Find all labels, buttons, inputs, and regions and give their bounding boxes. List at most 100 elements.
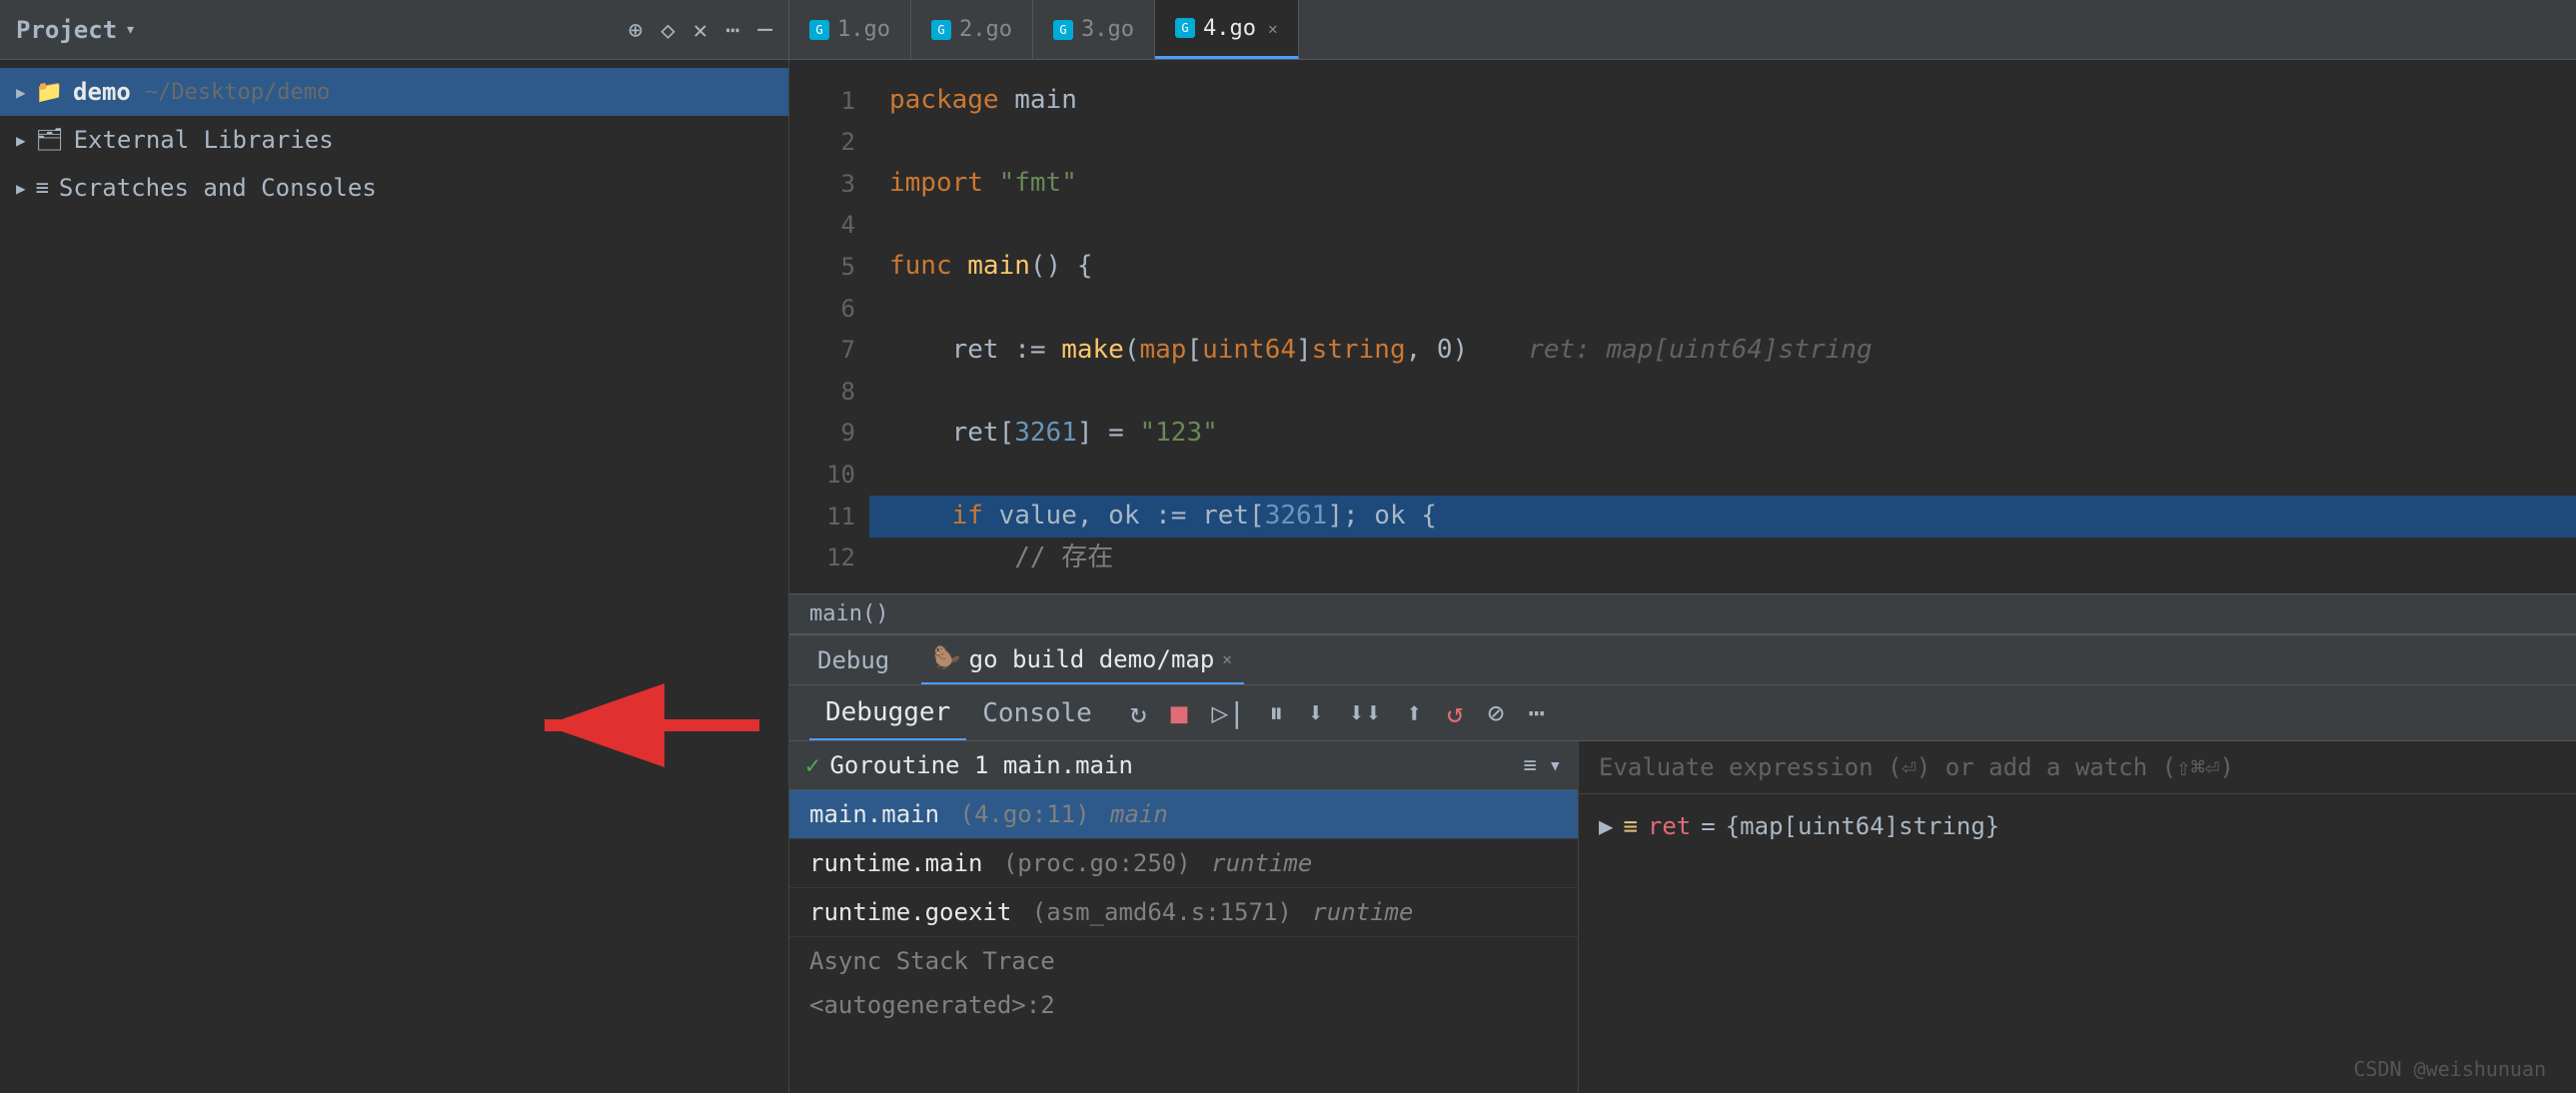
ext-arrow-icon: ▶ — [16, 131, 26, 150]
line-numbers: 1 2 3 4 ▶ 5 6 7 8 9 10 — [789, 60, 869, 593]
code-line-2 — [889, 122, 2576, 164]
panel-dropdown-icon[interactable]: ▾ — [125, 19, 136, 40]
var-type-icon: ≡ — [1623, 812, 1637, 840]
tab-2go-label: 2.go — [959, 17, 1012, 42]
code-line-6 — [889, 288, 2576, 330]
demo-path: ~/Desktop/demo — [145, 80, 330, 105]
expression-input-area[interactable]: Evaluate expression (⏎) or add a watch (… — [1579, 741, 2576, 794]
tab-2go-icon: G — [931, 20, 951, 40]
debug-right-panel: Evaluate expression (⏎) or add a watch (… — [1579, 741, 2576, 1093]
line-11: ✓ 11 — [789, 496, 855, 538]
more-btn[interactable]: ⋯ — [1518, 696, 1555, 729]
go-build-close[interactable]: ✕ — [1222, 649, 1232, 668]
console-tab-btn[interactable]: Console — [966, 685, 1108, 740]
sidebar: ▶ 📁 demo ~/Desktop/demo ▶ 🗂 External Lib… — [0, 60, 789, 1093]
line-3: 3 — [789, 163, 855, 205]
reset-btn[interactable]: ↺ — [1437, 696, 1474, 729]
ext-lib-label: External Libraries — [74, 126, 334, 154]
watermark: CSDN @weishunuan — [2353, 1057, 2546, 1081]
panel-up-icon[interactable]: ◇ — [660, 16, 674, 44]
line-9: 9 — [789, 413, 855, 455]
debug-tab-debug[interactable]: Debug — [805, 635, 901, 684]
line-12: 12 — [789, 538, 855, 579]
code-line-10 — [889, 454, 2576, 496]
demo-arrow-icon: ▶ — [16, 83, 26, 102]
tab-1go-label: 1.go — [837, 17, 890, 42]
tab-3go-icon: G — [1053, 20, 1073, 40]
panel-close-icon[interactable]: ✕ — [693, 16, 707, 44]
debug-left-panel: ✓ Goroutine 1 main.main ≡ ▾ main.main (4… — [789, 741, 1579, 1093]
goroutine-controls: ≡ ▾ — [1524, 753, 1563, 778]
editor-footer: main() — [789, 593, 2576, 633]
step-out-btn[interactable]: ⬆ — [1396, 696, 1433, 729]
code-line-1: package main — [889, 80, 2576, 122]
debug-panel: Debug 🦫 go build demo/map ✕ Debugger — [789, 633, 2576, 1093]
code-line-4 — [889, 205, 2576, 247]
stack-frame-3[interactable]: runtime.goexit (asm_amd64.s:1571) runtim… — [789, 888, 1578, 937]
step-into-btn[interactable]: ⬇⬇ — [1338, 696, 1392, 729]
var-equals: = — [1701, 812, 1715, 840]
goroutine-check-icon: ✓ — [805, 751, 819, 779]
sidebar-item-demo[interactable]: ▶ 📁 demo ~/Desktop/demo — [0, 68, 788, 116]
go-build-icon: 🦫 — [933, 646, 960, 671]
type-hint-7: ret: map[uint64]string — [1528, 330, 1872, 372]
tab-1go-icon: G — [809, 20, 829, 40]
code-line-8 — [889, 371, 2576, 413]
line-10: 10 — [789, 454, 855, 496]
panel-header: Project ▾ ⊕ ◇ ✕ ⋯ ─ — [0, 0, 789, 59]
stack-frame-2[interactable]: runtime.main (proc.go:250) runtime — [789, 839, 1578, 888]
stack-frame-1[interactable]: main.main (4.go:11) main — [789, 790, 1578, 839]
debug-panel-tabs: Debug 🦫 go build demo/map ✕ — [789, 635, 2576, 685]
var-expand-icon[interactable]: ▶ — [1599, 812, 1613, 840]
var-value-ret: {map[uint64]string} — [1726, 812, 2000, 840]
sidebar-item-external-libraries[interactable]: ▶ 🗂 External Libraries — [0, 116, 788, 164]
line-5: ▶ 5 — [789, 246, 855, 288]
variables-area: ▶ ≡ ret = {map[uint64]string} — [1579, 794, 2576, 1093]
stop-btn[interactable]: ■ — [1161, 696, 1198, 729]
demo-label: demo — [73, 78, 131, 106]
restart-btn[interactable]: ↻ — [1120, 696, 1157, 729]
var-item-ret[interactable]: ▶ ≡ ret = {map[uint64]string} — [1599, 804, 2556, 848]
tab-3go[interactable]: G 3.go — [1033, 0, 1155, 59]
debugger-tab-btn[interactable]: Debugger — [809, 685, 966, 740]
line-2: 2 — [789, 122, 855, 164]
pause-btn[interactable]: ⏸ — [1259, 696, 1293, 730]
mute-btn[interactable]: ⊘ — [1478, 696, 1515, 729]
panel-more-icon[interactable]: ⋯ — [725, 16, 739, 44]
code-line-12: // 存在 — [889, 538, 2576, 579]
tab-4go[interactable]: G 4.go ✕ — [1155, 0, 1299, 59]
tab-3go-label: 3.go — [1081, 17, 1134, 42]
code-line-7: ret := make(map[uint64]string, 0) ret: m… — [889, 330, 2576, 372]
debug-toolbar: Debugger Console ↻ ■ ▷| ⏸ — [789, 685, 2576, 741]
code-line-3: import "fmt" — [889, 163, 2576, 205]
tab-bar: G 1.go G 2.go G 3.go G 4.go ✕ — [789, 0, 2576, 59]
tab-4go-label: 4.go — [1203, 16, 1256, 41]
panel-minimize-icon[interactable]: ─ — [758, 16, 772, 44]
ext-lib-icon: 🗂 — [36, 128, 64, 153]
tab-4go-close[interactable]: ✕ — [1268, 19, 1278, 38]
step-over-btn[interactable]: ⬇ — [1297, 696, 1334, 729]
line-4: 4 — [789, 205, 855, 247]
resume-btn[interactable]: ▷| — [1202, 696, 1256, 729]
sidebar-item-scratches[interactable]: ▶ ≡ Scratches and Consoles — [0, 164, 788, 212]
debug-tab-go-build[interactable]: 🦫 go build demo/map ✕ — [921, 635, 1244, 684]
code-editor: 1 2 3 4 ▶ 5 6 7 8 9 10 — [789, 60, 2576, 633]
code-line-9: ret[3261] = "123" — [889, 413, 2576, 455]
tab-1go[interactable]: G 1.go — [789, 0, 911, 59]
panel-globe-icon[interactable]: ⊕ — [629, 16, 643, 44]
scratches-label: Scratches and Consoles — [59, 174, 377, 202]
scratches-arrow-icon: ▶ — [16, 179, 26, 198]
goroutine-list-icon[interactable]: ≡ — [1524, 753, 1537, 778]
code-line-11: if value, ok := ret[3261]; ok { — [869, 496, 2576, 538]
scratches-icon: ≡ — [36, 176, 49, 201]
goroutine-label: Goroutine 1 main.main — [829, 751, 1132, 779]
panel-title: Project — [16, 16, 117, 44]
line-7: 7 — [789, 330, 855, 372]
line-1: 1 — [789, 80, 855, 122]
code-line-5: func main() { — [889, 246, 2576, 288]
goroutine-dropdown-icon[interactable]: ▾ — [1549, 753, 1562, 778]
demo-folder-icon: 📁 — [36, 80, 63, 105]
tab-2go[interactable]: G 2.go — [911, 0, 1033, 59]
editor-footer-text: main() — [809, 601, 888, 626]
goroutine-header[interactable]: ✓ Goroutine 1 main.main ≡ ▾ — [789, 741, 1578, 790]
